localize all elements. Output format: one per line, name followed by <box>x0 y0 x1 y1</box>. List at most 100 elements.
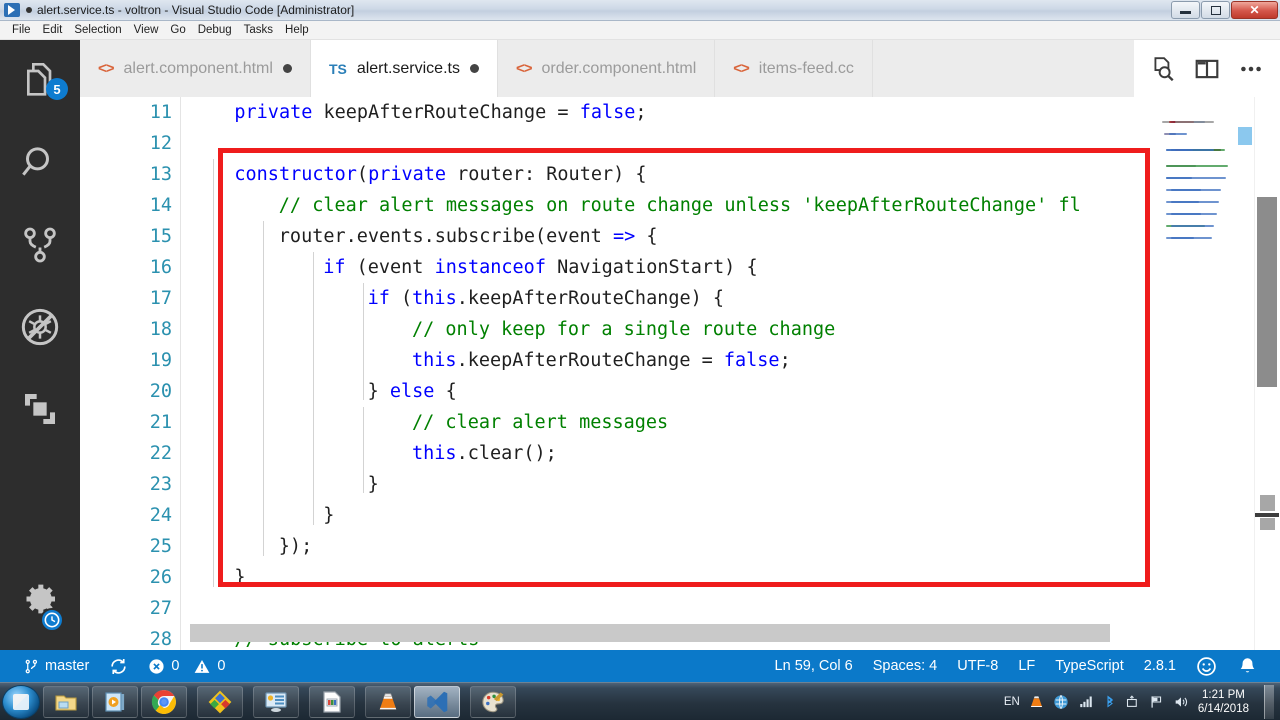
signal-bars-icon[interactable] <box>1078 694 1095 709</box>
vertical-scrollbar-thumb[interactable] <box>1257 197 1277 387</box>
status-encoding[interactable]: UTF-8 <box>947 650 1008 682</box>
menu-item-help[interactable]: Help <box>279 23 315 37</box>
line-content[interactable]: // clear alert messages <box>412 407 668 438</box>
code-line[interactable]: 19 this.keepAfterRouteChange = false; <box>80 345 1280 376</box>
code-editor[interactable]: 11 private keepAfterRouteChange = false; 1… <box>80 97 1280 650</box>
line-content[interactable]: // only keep for a single route change <box>412 314 835 345</box>
unsaved-indicator-icon[interactable] <box>282 64 292 73</box>
line-content[interactable]: constructor(private router: Router) { <box>234 159 646 190</box>
line-content[interactable]: router.events.subscribe(event => { <box>279 221 658 252</box>
bluetooth-icon[interactable] <box>1104 694 1116 710</box>
taskbar-google-chrome[interactable] <box>141 685 187 718</box>
manage-settings[interactable] <box>0 558 80 640</box>
speaker-icon[interactable] <box>1173 694 1189 710</box>
tab-order-component-html[interactable]: <> order.component.html <box>497 40 716 97</box>
restore-button[interactable] <box>1201 1 1230 19</box>
code-line[interactable]: 14 // clear alert messages on route chang… <box>80 190 1280 221</box>
horizontal-scrollbar[interactable] <box>190 624 1110 642</box>
code-line[interactable]: 26} <box>80 562 1280 593</box>
line-content[interactable]: private keepAfterRouteChange = false; <box>234 97 646 128</box>
line-content[interactable]: if (event instanceof NavigationStart) { <box>323 252 757 283</box>
minimize-button[interactable] <box>1171 1 1200 19</box>
manage-button[interactable] <box>0 558 80 640</box>
code-line[interactable]: 17 if (this.keepAfterRouteChange) { <box>80 283 1280 314</box>
globe-icon[interactable] <box>1053 694 1069 710</box>
taskbar-control-panel[interactable] <box>253 685 299 718</box>
code-line[interactable]: 21 // clear alert messages <box>80 407 1280 438</box>
ellipsis-icon[interactable] <box>1238 56 1264 82</box>
show-desktop-button[interactable] <box>1264 684 1274 719</box>
taskbar-document-app[interactable] <box>309 685 355 718</box>
menu-bar: File Edit Selection View Go Debug Tasks … <box>0 21 1280 40</box>
sidebar-item-explorer[interactable]: 5 <box>0 40 80 122</box>
status-branch[interactable]: master <box>14 650 99 682</box>
taskbar-paint[interactable] <box>470 685 516 718</box>
code-line[interactable]: 18 // only keep for a single route change <box>80 314 1280 345</box>
status-language-version[interactable]: 2.8.1 <box>1134 650 1186 682</box>
menu-item-view[interactable]: View <box>128 23 165 37</box>
code-line[interactable]: 12 <box>80 128 1280 159</box>
code-line[interactable]: 23} <box>80 469 1280 500</box>
code-line[interactable]: 20} else { <box>80 376 1280 407</box>
tray-language[interactable]: EN <box>1004 696 1020 708</box>
minimap[interactable] <box>1160 97 1254 650</box>
line-content[interactable]: } <box>234 562 245 593</box>
status-problems[interactable]: 0 0 <box>138 650 235 682</box>
code-line[interactable]: 25}); <box>80 531 1280 562</box>
line-content[interactable]: this.clear(); <box>412 438 557 469</box>
status-language-mode[interactable]: TypeScript <box>1045 650 1134 682</box>
code-line[interactable]: 11 private keepAfterRouteChange = false; <box>80 97 1280 128</box>
split-editor-icon[interactable] <box>1194 56 1220 82</box>
status-cursor-position[interactable]: Ln 59, Col 6 <box>765 650 863 682</box>
code-line[interactable]: 13 constructor(private router: Router) { <box>80 159 1280 190</box>
tab-alert-service-ts[interactable]: TS alert.service.ts <box>310 40 498 97</box>
vlc-cone-icon[interactable] <box>1029 694 1044 710</box>
code-line[interactable]: 24} <box>80 500 1280 531</box>
flag-icon[interactable] <box>1149 694 1164 710</box>
sidebar-item-extensions[interactable] <box>0 368 80 450</box>
status-eol[interactable]: LF <box>1008 650 1045 682</box>
start-button[interactable] <box>2 684 40 719</box>
vertical-scrollbar[interactable] <box>1254 97 1280 650</box>
taskbar-visual-studio-code[interactable] <box>414 685 460 718</box>
tab-items-feed[interactable]: <> items-feed.cc <box>715 40 873 97</box>
preview-icon[interactable] <box>1150 56 1176 82</box>
unsaved-indicator-icon[interactable] <box>469 64 479 73</box>
menu-item-edit[interactable]: Edit <box>37 23 69 37</box>
status-notifications[interactable] <box>1227 650 1268 682</box>
minimap-slider[interactable] <box>1238 127 1252 145</box>
menu-item-selection[interactable]: Selection <box>68 23 127 37</box>
code-line[interactable]: 27 <box>80 593 1280 624</box>
line-content[interactable]: if (this.keepAfterRouteChange) { <box>368 283 724 314</box>
code-surface[interactable]: 11 private keepAfterRouteChange = false; 1… <box>80 97 1280 650</box>
line-content[interactable]: // clear alert messages on route change … <box>279 190 1081 221</box>
status-feedback[interactable] <box>1186 650 1227 682</box>
taskbar-file-explorer[interactable] <box>43 685 89 718</box>
code-line[interactable]: 15 router.events.subscribe(event => { <box>80 221 1280 252</box>
indent-guide <box>313 252 314 525</box>
taskbar-clock[interactable]: 1:21 PM 6/14/2018 <box>1198 688 1249 716</box>
code-line[interactable]: 16 if (event instanceof NavigationStart) … <box>80 252 1280 283</box>
code-line[interactable]: 22 this.clear(); <box>80 438 1280 469</box>
sidebar-item-source-control[interactable] <box>0 204 80 286</box>
line-content[interactable]: } else { <box>368 376 457 407</box>
sidebar-item-debug[interactable] <box>0 286 80 368</box>
line-content[interactable]: } <box>323 500 334 531</box>
taskbar-media-player[interactable] <box>92 685 138 718</box>
menu-item-tasks[interactable]: Tasks <box>238 23 279 37</box>
line-content[interactable]: }); <box>279 531 312 562</box>
menu-item-debug[interactable]: Debug <box>192 23 238 37</box>
close-button[interactable]: ✕ <box>1231 1 1278 19</box>
status-sync[interactable] <box>99 650 138 682</box>
eject-device-icon[interactable] <box>1125 694 1140 710</box>
taskbar-vlc-media-player[interactable] <box>365 685 411 718</box>
taskbar-diamond-app[interactable] <box>197 685 243 718</box>
menu-item-file[interactable]: File <box>6 23 37 37</box>
line-content[interactable]: } <box>368 469 379 500</box>
tab-alert-component-html[interactable]: <> alert.component.html <box>80 40 311 97</box>
status-indentation[interactable]: Spaces: 4 <box>863 650 948 682</box>
sidebar-item-search[interactable] <box>0 122 80 204</box>
menu-item-go[interactable]: Go <box>164 23 191 37</box>
ts-file-icon: TS <box>328 60 347 77</box>
line-content[interactable]: this.keepAfterRouteChange = false; <box>412 345 791 376</box>
